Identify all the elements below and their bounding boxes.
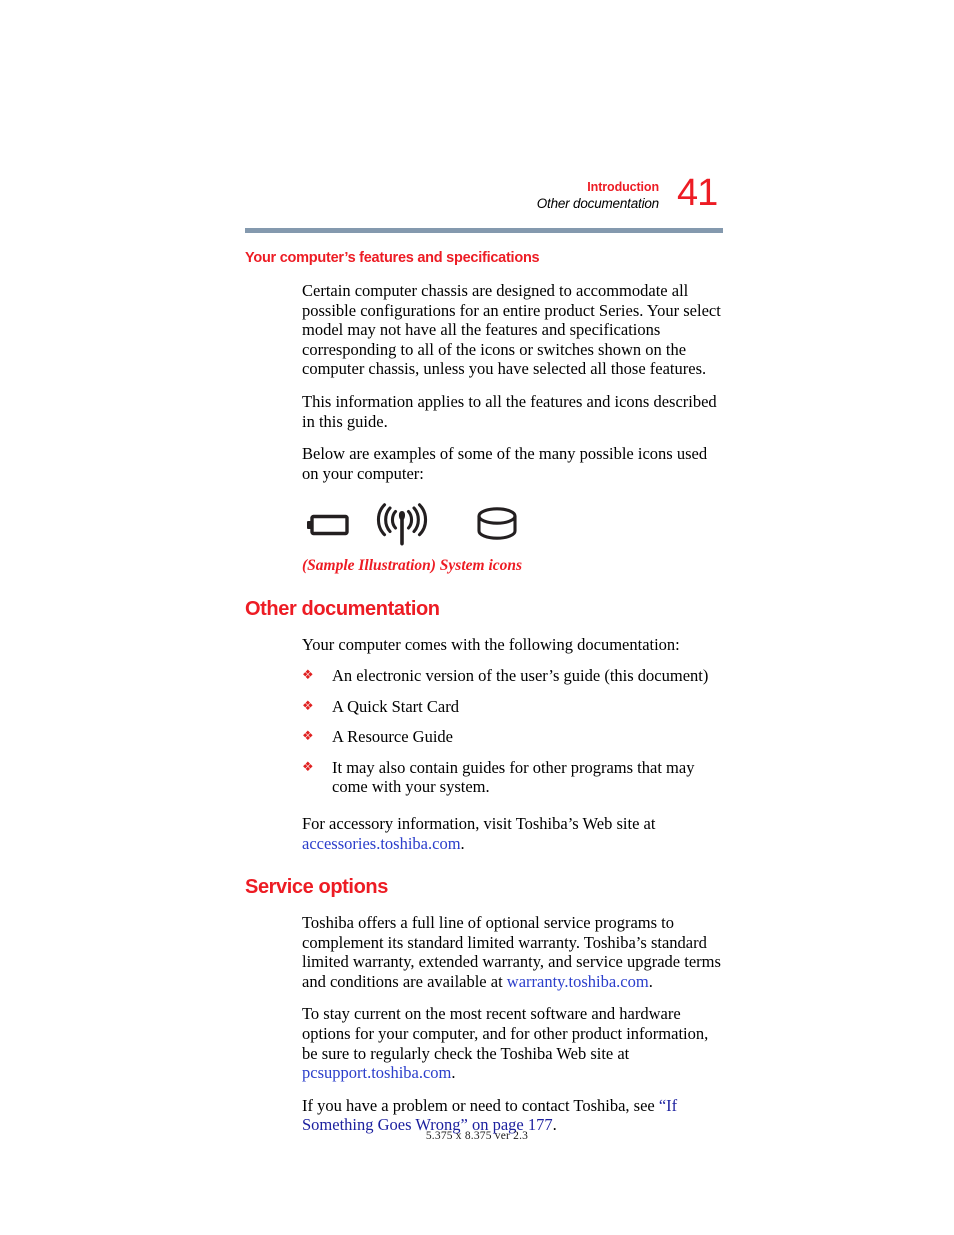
running-head-text: Introduction Other documentation bbox=[537, 178, 677, 213]
paragraph-applies-to-all-features: This information applies to all the feat… bbox=[302, 391, 717, 431]
link-accessories-toshiba[interactable]: accessories.toshiba.com bbox=[302, 834, 461, 853]
list-item-label: A Quick Start Card bbox=[332, 696, 459, 716]
document-page: Introduction Other documentation 41 Your… bbox=[0, 0, 954, 1235]
heading-service-options: Service options bbox=[245, 876, 388, 899]
list-item: ❖ It may also contain guides for other p… bbox=[302, 758, 723, 797]
paragraph-contact-toshiba: If you have a problem or need to contact… bbox=[302, 1083, 723, 1135]
link-pcsupport-toshiba[interactable]: pcsupport.toshiba.com bbox=[302, 1063, 451, 1082]
page-content: Introduction Other documentation 41 Your… bbox=[245, 174, 723, 1135]
paragraph-icon-examples-intro: Below are examples of some of the many p… bbox=[302, 444, 708, 483]
accessory-text-after: . bbox=[460, 833, 465, 853]
other-documentation-body: Your computer comes with the following d… bbox=[245, 621, 723, 655]
accessory-text-before: For accessory information, visit Toshiba… bbox=[302, 813, 656, 833]
list-item: ❖ A Resource Guide bbox=[302, 727, 723, 747]
paragraph-documentation-intro: Your computer comes with the following d… bbox=[302, 635, 680, 655]
documentation-list: ❖ An electronic version of the user’s gu… bbox=[245, 666, 723, 797]
contact-text-before: If you have a problem or need to contact… bbox=[302, 1095, 659, 1115]
running-head: Introduction Other documentation 41 bbox=[245, 174, 723, 222]
disk-drive-icon bbox=[449, 506, 544, 544]
heading-other-documentation: Other documentation bbox=[245, 598, 440, 621]
heading-features-and-specifications: Your computer’s features and specificati… bbox=[245, 250, 540, 266]
stay-current-text-before: To stay current on the most recent softw… bbox=[302, 1004, 709, 1063]
paragraph-service-programs: Toshiba offers a full line of optional s… bbox=[302, 899, 723, 991]
paragraph-chassis-configurations: Certain computer chassis are designed to… bbox=[302, 281, 721, 379]
running-head-chapter: Introduction bbox=[587, 180, 659, 194]
bullet-diamond-icon: ❖ bbox=[302, 729, 314, 745]
link-warranty-toshiba[interactable]: warranty.toshiba.com bbox=[507, 972, 649, 991]
system-icons-illustration bbox=[245, 501, 723, 549]
list-item: ❖ An electronic version of the user’s gu… bbox=[302, 666, 723, 686]
bullet-diamond-icon: ❖ bbox=[302, 759, 314, 775]
list-item: ❖ A Quick Start Card bbox=[302, 697, 723, 717]
header-rule bbox=[245, 228, 723, 233]
service-options-body: Toshiba offers a full line of optional s… bbox=[245, 899, 723, 1135]
running-head-section: Other documentation bbox=[536, 196, 659, 211]
paragraph-accessory-info: For accessory information, visit Toshiba… bbox=[302, 797, 723, 853]
battery-icon bbox=[302, 513, 354, 537]
wireless-antenna-icon bbox=[354, 502, 449, 548]
features-body: Certain computer chassis are designed to… bbox=[245, 267, 723, 483]
page-footer: 5.375 x 8.375 ver 2.3 bbox=[425, 1130, 529, 1142]
stay-current-text-after: . bbox=[451, 1063, 456, 1083]
accessory-info-body: For accessory information, visit Toshiba… bbox=[245, 797, 723, 853]
bullet-diamond-icon: ❖ bbox=[302, 698, 314, 714]
paragraph-stay-current: To stay current on the most recent softw… bbox=[302, 991, 723, 1082]
page-number: 41 bbox=[677, 172, 718, 214]
list-item-label: An electronic version of the user’s guid… bbox=[332, 665, 709, 685]
illustration-caption: (Sample Illustration) System icons bbox=[302, 557, 523, 575]
service-text-after: . bbox=[648, 971, 653, 991]
list-item-label: A Resource Guide bbox=[332, 727, 453, 747]
list-item-label: It may also contain guides for other pro… bbox=[332, 757, 695, 797]
bullet-diamond-icon: ❖ bbox=[302, 667, 314, 683]
